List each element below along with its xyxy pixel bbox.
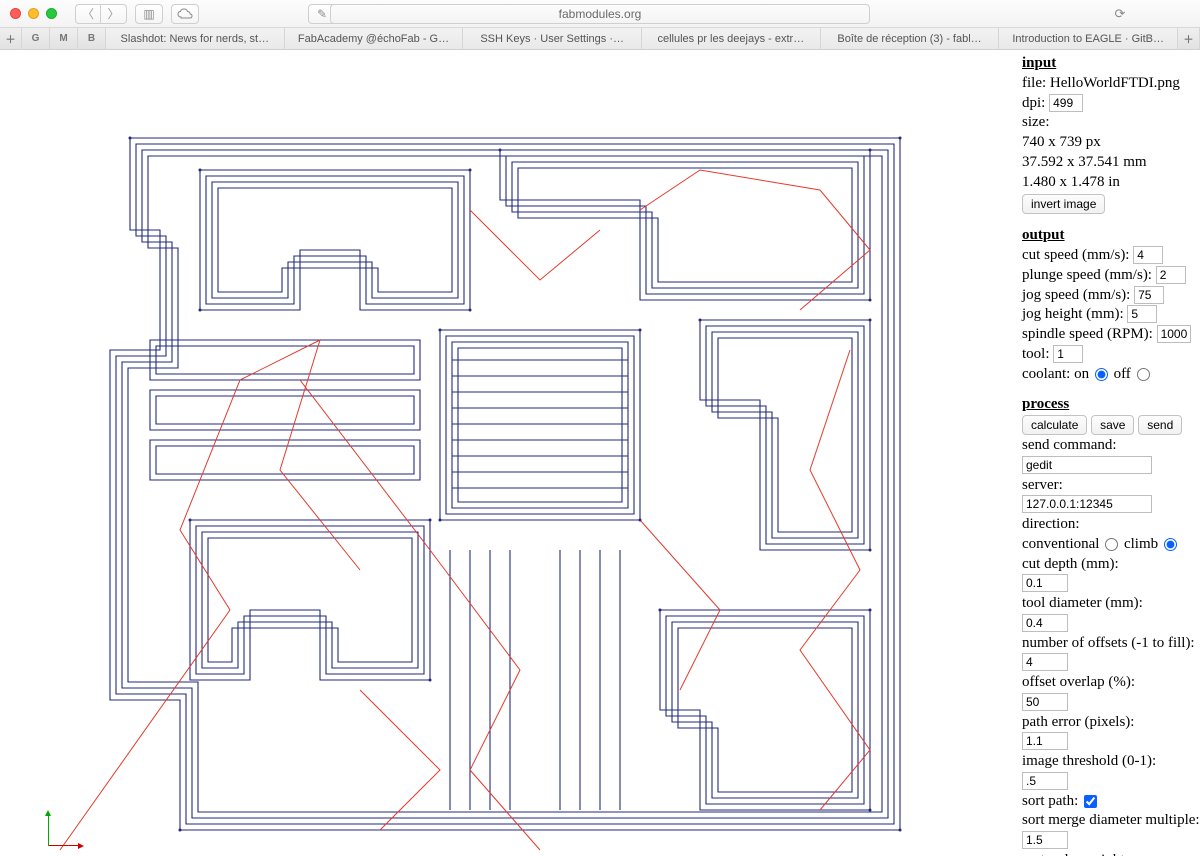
browser-titlebar: 〈 〉 ▥ ✎ ⓘ ⠿ ⊘ fabmodules.org ⟳: [0, 0, 1200, 28]
toolpath-svg: [0, 50, 1016, 856]
jog-height-input[interactable]: [1127, 305, 1157, 323]
direction-conv-label: conventional: [1022, 536, 1099, 552]
section-process: process calculate save send send command…: [1022, 395, 1194, 856]
cut-depth-input[interactable]: [1022, 574, 1068, 592]
coolant-label: coolant:: [1022, 366, 1070, 382]
offsets-label: number of offsets (-1 to fill):: [1022, 634, 1194, 653]
side-panel: input file: HelloWorldFTDI.png dpi: size…: [1016, 50, 1200, 856]
jog-height-label: jog height (mm):: [1022, 306, 1124, 322]
tool-dia-input[interactable]: [1022, 614, 1068, 632]
threshold-label: image threshold (0-1):: [1022, 752, 1194, 771]
sort-order-label: sort order weight:: [1022, 851, 1194, 856]
nav-forward-button[interactable]: 〉: [101, 4, 127, 24]
browser-tab[interactable]: SSH Keys · User Settings ·…: [463, 28, 642, 49]
jog-speed-input[interactable]: [1134, 286, 1164, 304]
file-label: file:: [1022, 75, 1046, 91]
new-fav-button[interactable]: ＋: [0, 28, 22, 49]
tool-input[interactable]: [1053, 345, 1083, 363]
coolant-off-radio[interactable]: [1137, 368, 1150, 381]
send-cmd-label: send command:: [1022, 436, 1194, 455]
calculate-button[interactable]: calculate: [1022, 415, 1087, 435]
size-mm: 37.592 x 37.541 mm: [1022, 153, 1194, 172]
size-px: 740 x 739 px: [1022, 133, 1194, 152]
output-heading: output: [1022, 226, 1194, 245]
sort-merge-input[interactable]: [1022, 831, 1068, 849]
sidebar-toggle-button[interactable]: ▥: [135, 4, 163, 24]
overlap-label: offset overlap (%):: [1022, 673, 1194, 692]
reload-button[interactable]: ⟳: [1108, 4, 1132, 24]
url-text: fabmodules.org: [559, 7, 642, 21]
cut-depth-label: cut depth (mm):: [1022, 555, 1194, 574]
window-minimize-button[interactable]: [28, 8, 39, 19]
tab-strip: ＋ G M B Slashdot: News for nerds, st… Fa…: [0, 28, 1200, 50]
browser-tab[interactable]: FabAcademy @échoFab - G…: [285, 28, 464, 49]
spindle-label: spindle speed (RPM):: [1022, 326, 1153, 342]
server-input[interactable]: [1022, 495, 1152, 513]
save-button[interactable]: save: [1091, 415, 1134, 435]
section-output: output cut speed (mm/s): plunge speed (m…: [1022, 226, 1194, 383]
toolpath-canvas[interactable]: [0, 50, 1016, 856]
cut-speed-input[interactable]: [1133, 246, 1163, 264]
axis-indicator: [48, 806, 88, 846]
dpi-input[interactable]: [1049, 94, 1083, 112]
plunge-speed-input[interactable]: [1156, 266, 1186, 284]
fav-tab[interactable]: M: [50, 28, 78, 49]
server-label: server:: [1022, 476, 1194, 495]
size-label: size:: [1022, 114, 1050, 130]
nav-back-button[interactable]: 〈: [75, 4, 101, 24]
fav-tab[interactable]: G: [22, 28, 50, 49]
direction-label: direction:: [1022, 515, 1194, 534]
coolant-on-label: on: [1074, 366, 1089, 382]
send-button[interactable]: send: [1138, 415, 1182, 435]
direction-conv-radio[interactable]: [1105, 538, 1118, 551]
dpi-label: dpi:: [1022, 95, 1045, 111]
spindle-input[interactable]: [1157, 325, 1191, 343]
window-close-button[interactable]: [10, 8, 21, 19]
jog-speed-label: jog speed (mm/s):: [1022, 287, 1130, 303]
direction-climb-label: climb: [1124, 536, 1158, 552]
cut-speed-label: cut speed (mm/s):: [1022, 247, 1129, 263]
sort-path-label: sort path:: [1022, 793, 1078, 809]
coolant-on-radio[interactable]: [1095, 368, 1108, 381]
invert-image-button[interactable]: invert image: [1022, 194, 1105, 214]
url-bar[interactable]: fabmodules.org: [330, 4, 870, 24]
sort-merge-label: sort merge diameter multiple:: [1022, 811, 1194, 830]
browser-tab[interactable]: Introduction to EAGLE · GitB…: [999, 28, 1178, 49]
path-err-input[interactable]: [1022, 732, 1068, 750]
file-name: HelloWorldFTDI.png: [1050, 75, 1180, 91]
input-heading: input: [1022, 54, 1194, 73]
sort-path-checkbox[interactable]: [1084, 795, 1097, 808]
process-heading: process: [1022, 395, 1194, 414]
tool-dia-label: tool diameter (mm):: [1022, 594, 1194, 613]
path-err-label: path error (pixels):: [1022, 713, 1194, 732]
fav-tab[interactable]: B: [78, 28, 106, 49]
section-input: input file: HelloWorldFTDI.png dpi: size…: [1022, 54, 1194, 214]
coolant-off-label: off: [1114, 366, 1131, 382]
plunge-speed-label: plunge speed (mm/s):: [1022, 267, 1152, 283]
offsets-input[interactable]: [1022, 653, 1068, 671]
cloud-tabs-button[interactable]: [171, 4, 199, 24]
window-zoom-button[interactable]: [46, 8, 57, 19]
browser-tab[interactable]: Slashdot: News for nerds, st…: [106, 28, 285, 49]
send-cmd-input[interactable]: [1022, 456, 1152, 474]
browser-tab[interactable]: Boîte de réception (3) - fabl…: [821, 28, 1000, 49]
tool-label: tool:: [1022, 346, 1050, 362]
browser-tab[interactable]: cellules pr les deejays - extr…: [642, 28, 821, 49]
direction-climb-radio[interactable]: [1164, 538, 1177, 551]
threshold-input[interactable]: [1022, 772, 1068, 790]
overlap-input[interactable]: [1022, 693, 1068, 711]
size-in: 1.480 x 1.478 in: [1022, 173, 1194, 192]
new-tab-button[interactable]: ＋: [1178, 28, 1200, 49]
